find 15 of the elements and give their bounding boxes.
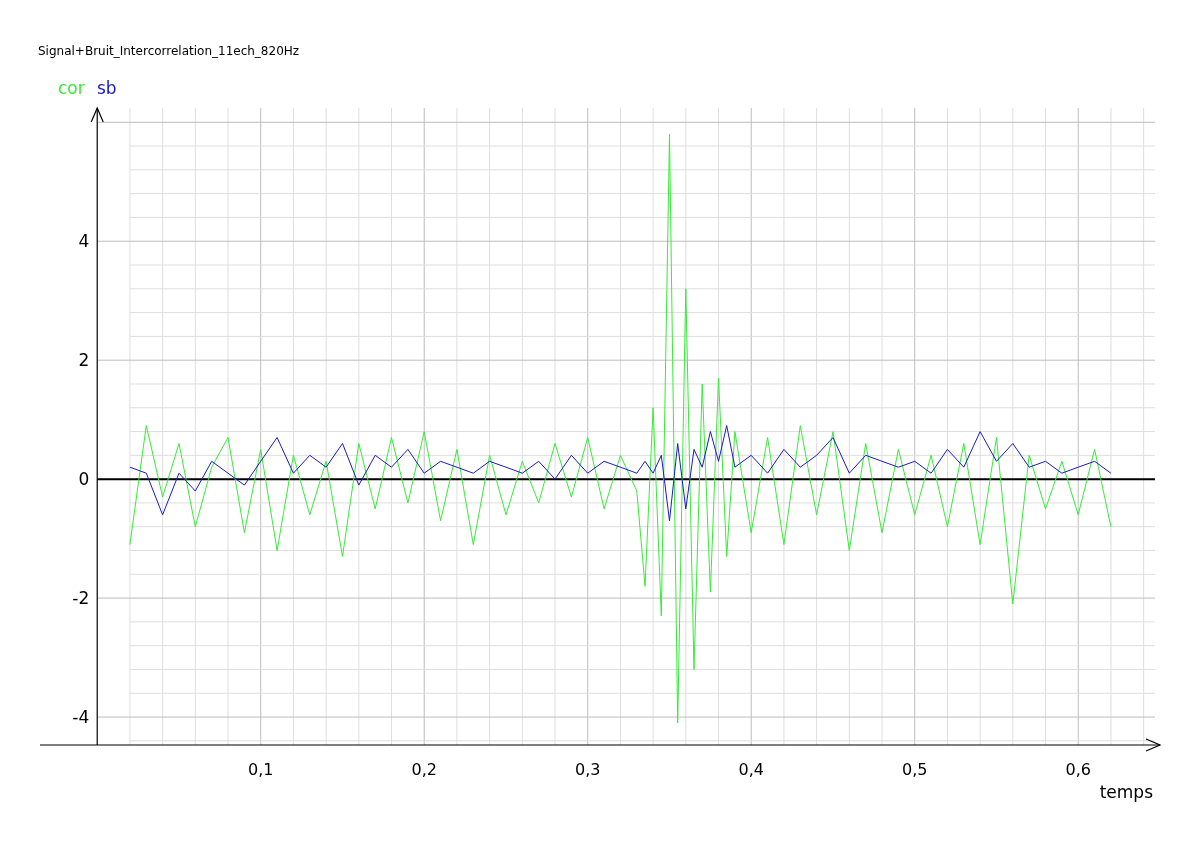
tick-label: 0,1 <box>248 760 274 779</box>
tick-label: 0 <box>78 469 90 490</box>
legend-label: cor <box>58 78 85 98</box>
tick-label: -2 <box>72 588 90 609</box>
chart-title: Signal+Bruit_Intercorrelation_11ech_820Hz <box>38 44 300 58</box>
tick-label: -4 <box>72 707 90 728</box>
tick-label: 0,6 <box>1065 760 1091 779</box>
tick-label: 0,4 <box>738 760 764 779</box>
tick-label: 2 <box>78 350 90 371</box>
legend-label: sb <box>97 78 117 98</box>
tick-label: 4 <box>78 231 90 252</box>
axis-label: temps <box>1099 782 1153 802</box>
tick-label: 0,2 <box>411 760 437 779</box>
tick-label: 0,5 <box>902 760 928 779</box>
tick-label: 0,3 <box>575 760 601 779</box>
